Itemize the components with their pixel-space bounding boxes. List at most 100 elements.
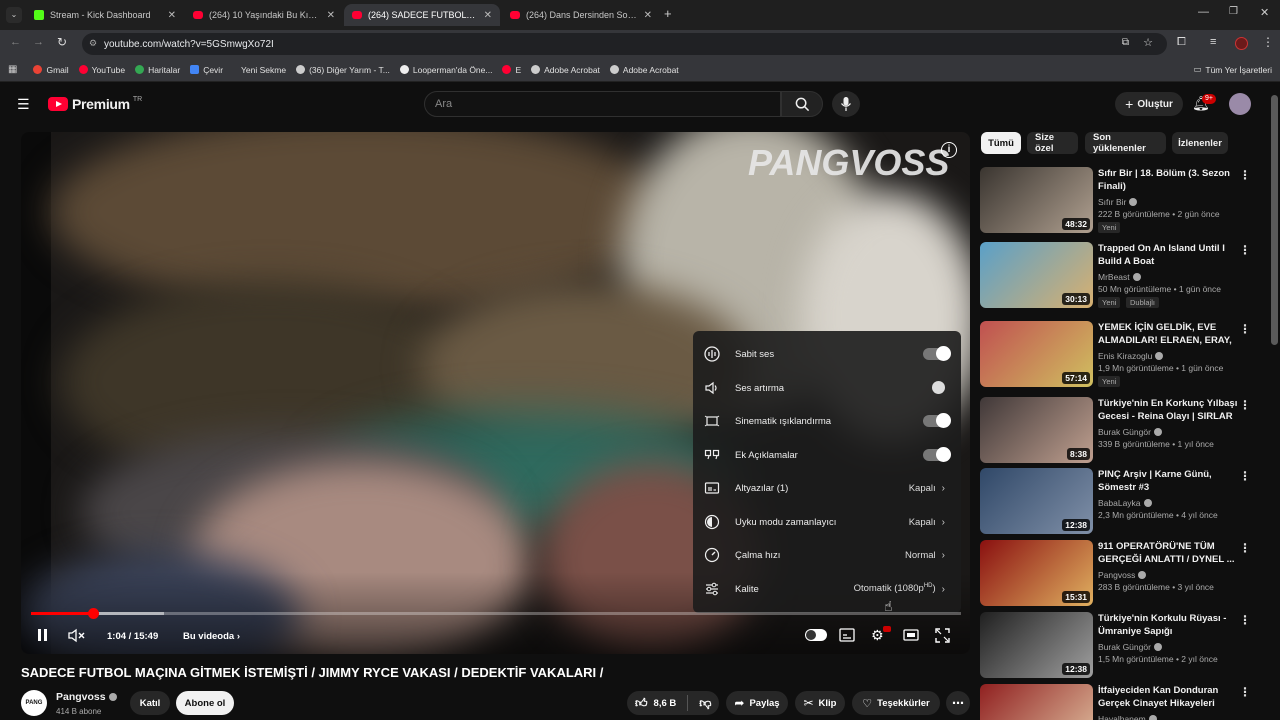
share-button[interactable]: ➦ Paylaş: [726, 691, 788, 715]
back-icon[interactable]: ←: [10, 36, 21, 48]
recommendation-card[interactable]: İtfaiyeciden Kan Donduran Gerçek Cinayet…: [980, 684, 1265, 720]
bookmark-star-icon[interactable]: ☆: [1143, 36, 1153, 49]
recommendation-channel[interactable]: Hayalhanem: [1098, 714, 1157, 720]
tab-video-active[interactable]: (264) SADECE FUTBOL MAÇINA✕: [344, 4, 500, 26]
video-thumbnail[interactable]: 8:38: [980, 397, 1093, 463]
fullscreen-button[interactable]: [935, 628, 950, 648]
bookmark-e[interactable]: E: [502, 65, 521, 75]
settings-gear-icon[interactable]: ⚙: [871, 627, 884, 644]
video-thumbnail[interactable]: 57:14: [980, 321, 1093, 387]
bookmark-adobe-2[interactable]: Adobe Acrobat: [609, 65, 679, 75]
progress-bar[interactable]: [31, 612, 961, 615]
tab-video-3[interactable]: (264) Dans Dersinden Sonra Ortad✕: [502, 4, 660, 26]
search-input[interactable]: Ara: [424, 91, 781, 117]
chip-all[interactable]: Tümü: [981, 132, 1021, 154]
reload-icon[interactable]: ↻: [57, 35, 67, 49]
recommendation-title[interactable]: Sıfır Bir | 18. Bölüm (3. Sezon Finali): [1098, 167, 1238, 193]
setting-voice-boost[interactable]: Ses artırma: [693, 373, 961, 403]
recommendation-card[interactable]: 8:38 Türkiye'nin En Korkunç Yılbaşı Geces…: [980, 397, 1265, 465]
video-thumbnail[interactable]: 12:38: [980, 612, 1093, 678]
clip-button[interactable]: ✂ Klip: [795, 691, 845, 715]
thanks-button[interactable]: ♡ Teşekkürler: [852, 691, 940, 715]
media-icon[interactable]: ≡: [1210, 36, 1216, 48]
setting-annotations[interactable]: Ek Açıklamalar: [693, 440, 961, 470]
pause-button[interactable]: [37, 628, 48, 642]
more-vertical-icon[interactable]: ⋮: [1239, 542, 1251, 554]
menu-icon[interactable]: ☰: [17, 96, 30, 113]
setting-quality[interactable]: Kalite Otomatik (1080pHD) ›: [693, 574, 961, 604]
channel-avatar[interactable]: PANG: [21, 690, 47, 716]
recommendation-title[interactable]: Türkiye'nin Korkulu Rüyası - Ümraniye Sa…: [1098, 612, 1238, 638]
close-tab-icon[interactable]: ✕: [644, 10, 652, 21]
close-tab-icon[interactable]: ✕: [484, 10, 492, 21]
profile-avatar[interactable]: [1235, 37, 1248, 50]
recommendation-channel[interactable]: Burak Güngör: [1098, 427, 1162, 437]
recommendation-title[interactable]: Türkiye'nin En Korkunç Yılbaşı Gecesi - …: [1098, 397, 1238, 423]
video-thumbnail[interactable]: 12:38: [980, 468, 1093, 534]
stable-volume-toggle[interactable]: [923, 346, 951, 361]
close-window-icon[interactable]: ✕: [1260, 6, 1269, 19]
recommendation-channel[interactable]: MrBeast: [1098, 272, 1141, 282]
recommendation-channel[interactable]: Burak Güngör: [1098, 642, 1162, 652]
video-thumbnail[interactable]: 48:32: [980, 167, 1093, 233]
setting-playback-speed[interactable]: Çalma hızı Normal ›: [693, 540, 961, 570]
join-button[interactable]: Katıl: [130, 691, 170, 715]
ambient-mode-toggle[interactable]: [923, 413, 951, 428]
tab-video-1[interactable]: (264) 10 Yaşındaki Bu Kızın Cesa✕: [185, 4, 343, 26]
bookmark-gmail[interactable]: Gmail: [33, 65, 69, 75]
recommendation-card[interactable]: 12:38 Türkiye'nin Korkulu Rüyası - Ümrani…: [980, 612, 1265, 680]
more-vertical-icon[interactable]: ⋮: [1239, 323, 1251, 335]
voice-search-button[interactable]: [832, 91, 860, 117]
close-tab-icon[interactable]: ✕: [327, 10, 335, 21]
voice-boost-toggle[interactable]: [923, 381, 949, 394]
page-scrollbar[interactable]: [1271, 95, 1278, 345]
setting-ambient-mode[interactable]: Sinematik ışıklandırma: [693, 406, 961, 436]
more-vertical-icon[interactable]: ⋮: [1239, 399, 1251, 411]
recommendation-channel[interactable]: Pangvoss: [1098, 570, 1147, 580]
minimize-icon[interactable]: —: [1198, 6, 1209, 18]
annotations-toggle[interactable]: [923, 447, 951, 462]
account-avatar[interactable]: [1229, 93, 1251, 115]
youtube-premium-logo[interactable]: Premium TR: [48, 96, 142, 112]
setting-stable-volume[interactable]: Sabit ses: [693, 339, 961, 369]
recommendation-channel[interactable]: Sıfır Bir: [1098, 197, 1138, 207]
chip-recent[interactable]: Son yüklenenler: [1085, 132, 1166, 154]
dislike-button[interactable]: 👎︎: [699, 696, 711, 711]
browser-menu-icon[interactable]: ⋮: [1262, 35, 1274, 49]
recommendation-title[interactable]: YEMEK İÇİN GELDİK, EVE ALMADILAR! ELRAEN…: [1098, 321, 1238, 347]
bookmark-adobe-1[interactable]: Adobe Acrobat: [531, 65, 600, 75]
site-info-icon[interactable]: ⚙: [89, 38, 97, 49]
recommendation-card[interactable]: 48:32 Sıfır Bir | 18. Bölüm (3. Sezon Fin…: [980, 167, 1265, 235]
recommendation-title[interactable]: PINÇ Arşiv | Karne Günü, Sömestr #3: [1098, 468, 1238, 494]
more-vertical-icon[interactable]: ⋮: [1239, 244, 1251, 256]
more-vertical-icon[interactable]: ⋮: [1239, 470, 1251, 482]
forward-icon[interactable]: →: [33, 36, 44, 48]
create-button[interactable]: + Oluştur: [1115, 92, 1183, 116]
bookmark-new-tab[interactable]: Yeni Sekme: [241, 65, 286, 75]
close-tab-icon[interactable]: ✕: [168, 10, 176, 21]
address-bar[interactable]: ⚙ youtube.com/watch?v=5GSmwgXo72I ⧉ ☆: [82, 33, 1167, 55]
mute-button[interactable]: [68, 628, 86, 648]
recommendation-channel[interactable]: BabaLayka: [1098, 498, 1152, 508]
chip-for-you[interactable]: Size özel: [1027, 132, 1078, 154]
chip-watched[interactable]: İzlenenler: [1172, 132, 1228, 154]
subscribe-button[interactable]: Abone ol: [176, 691, 234, 715]
bookmark-youtube[interactable]: YouTube: [78, 65, 125, 75]
setting-sleep-timer[interactable]: Uyku modu zamanlayıcı Kapalı ›: [693, 507, 961, 537]
theater-mode-button[interactable]: [903, 628, 919, 647]
new-tab-icon[interactable]: +: [664, 6, 672, 21]
cast-icon[interactable]: ⧉: [1122, 37, 1129, 48]
autoplay-toggle[interactable]: [805, 629, 827, 641]
like-button[interactable]: 👍︎ 8,6 B: [635, 696, 676, 711]
recommendation-title[interactable]: İtfaiyeciden Kan Donduran Gerçek Cinayet…: [1098, 684, 1238, 710]
search-button[interactable]: [781, 91, 823, 117]
extensions-icon[interactable]: ⧠: [1177, 36, 1186, 49]
tab-kick[interactable]: Stream - Kick Dashboard ✕: [26, 4, 184, 26]
video-thumbnail[interactable]: [980, 684, 1093, 720]
bookmark-maps[interactable]: Haritalar: [135, 65, 180, 75]
video-thumbnail[interactable]: 30:13: [980, 242, 1093, 308]
bookmark-looperman[interactable]: Looperman'da Öne...: [399, 65, 492, 75]
apps-icon[interactable]: ▦: [8, 64, 17, 75]
recommendation-card[interactable]: 12:38 PINÇ Arşiv | Karne Günü, Sömestr #3…: [980, 468, 1265, 536]
recommendation-card[interactable]: 15:31 911 OPERATÖRÜ'NE TÜM GERÇEĞİ ANLATT…: [980, 540, 1265, 608]
